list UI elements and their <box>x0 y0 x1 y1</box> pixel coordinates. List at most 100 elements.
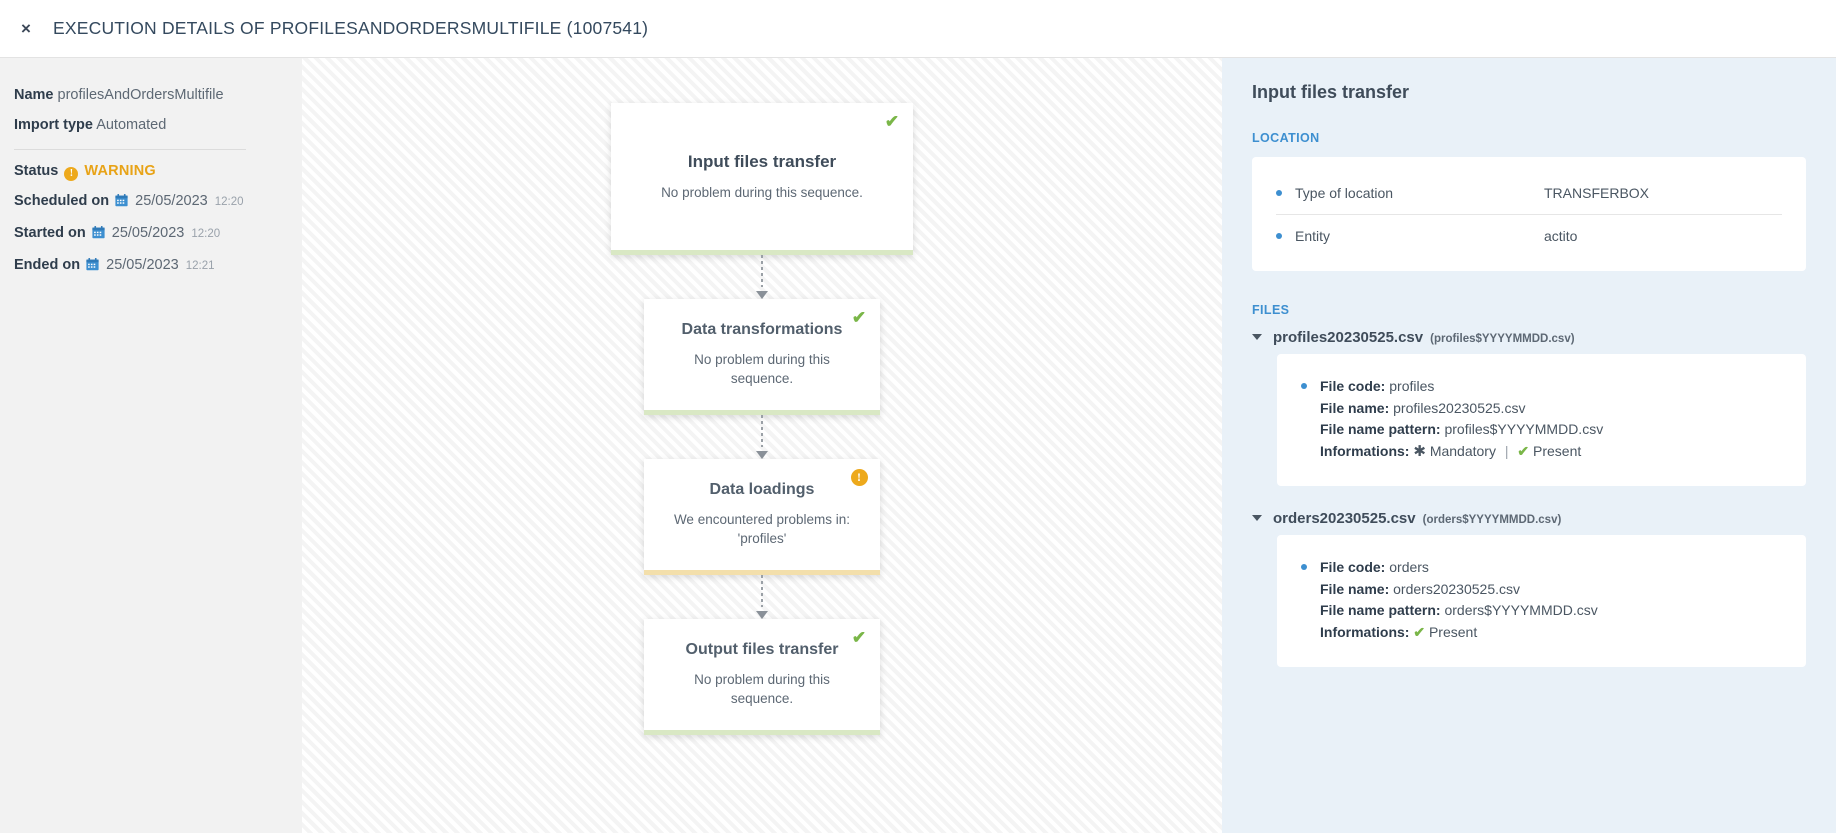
list-item: File code: profiles File name: profiles2… <box>1301 376 1782 462</box>
asterisk-icon: ✱ <box>1413 442 1426 460</box>
file-details: File code: orders File name: orders20230… <box>1320 557 1598 643</box>
summary-started-row: Started on 25/05/2023 12:20 <box>14 218 288 250</box>
chevron-down-icon[interactable] <box>1252 334 1262 340</box>
file-code-line: File code: profiles <box>1320 376 1603 398</box>
location-type-key: Type of location <box>1276 185 1544 201</box>
location-section-label: LOCATION <box>1252 131 1320 145</box>
arrow-down-icon <box>756 611 768 619</box>
flow-node-output-files-transfer[interactable]: ✔ Output files transfer No problem durin… <box>644 619 880 735</box>
flow-node-desc: No problem during this sequence. <box>661 184 863 200</box>
calendar-icon <box>86 252 99 282</box>
flow-node-data-transformations[interactable]: ✔ Data transformations No problem during… <box>644 299 880 415</box>
warning-circle-icon: ! <box>850 468 868 486</box>
file-pattern-label: (orders$YYYYMMDD.csv) <box>1422 514 1562 526</box>
connector-line <box>761 575 763 607</box>
summary-started-time: 12:20 <box>191 228 221 240</box>
file-name-line: File name: profiles20230525.csv <box>1320 398 1603 420</box>
page-title: EXECUTION DETAILS OF PROFILESANDORDERSMU… <box>53 18 649 38</box>
connector-line <box>761 415 763 447</box>
flow-node-title: Output files transfer <box>685 641 839 658</box>
file-code-line: File code: orders <box>1320 557 1598 579</box>
file-pattern-value: orders$YYYYMMDD.csv <box>1444 602 1598 618</box>
summary-scheduled-date: 25/05/2023 <box>135 193 208 209</box>
chevron-down-icon[interactable] <box>1252 515 1262 521</box>
file-informations-line: Informations: ✔ Present <box>1320 622 1598 644</box>
file-code-label: File code: <box>1320 378 1386 394</box>
file-header-orders[interactable]: orders20230525.csv (orders$YYYYMMDD.csv) <box>1252 510 1806 527</box>
informations-key: Informations: <box>1320 442 1410 459</box>
file-pattern-line: File name pattern: profiles$YYYYMMDD.csv <box>1320 419 1603 441</box>
check-icon: ✔ <box>851 627 867 647</box>
location-entity-key: Entity <box>1276 228 1544 244</box>
flow-node-title: Data loadings <box>709 481 815 498</box>
list-item: File code: orders File name: orders20230… <box>1301 557 1782 643</box>
flow-node-desc: No problem during this sequence. <box>694 352 830 386</box>
file-name-key: File name: <box>1320 580 1390 597</box>
summary-import-type-row: Import type Automated <box>14 110 288 140</box>
flow-node-title: Input files transfer <box>687 151 837 171</box>
file-name-value: profiles20230525.csv <box>1393 399 1526 416</box>
flow-node-input-files-transfer[interactable]: ✔ Input files transfer No problem during… <box>611 103 913 255</box>
arrow-down-icon <box>756 291 768 299</box>
summary-name-value: profilesAndOrdersMultifile <box>57 87 224 103</box>
warning-circle-icon: ! <box>64 167 79 181</box>
summary-name-row: Name profilesAndOrdersMultifile <box>14 80 288 110</box>
summary-ended-date: 25/05/2023 <box>106 257 179 273</box>
informations-key: Informations: <box>1320 623 1410 640</box>
flow-connector <box>756 575 768 619</box>
bullet-icon <box>1301 383 1307 389</box>
file-name-value: orders20230525.csv <box>1393 580 1521 597</box>
flow-node-data-loadings[interactable]: ! Data loadings We encountered problems … <box>644 459 880 575</box>
present-text: Present <box>1428 623 1478 640</box>
flow-canvas: ✔ Input files transfer No problem during… <box>302 58 1222 833</box>
flow-connector <box>756 255 768 299</box>
file-code-label: File code: <box>1320 559 1386 575</box>
location-card: Type of location TRANSFERBOX Entity acti… <box>1252 157 1806 271</box>
summary-ended-label: Ended on <box>14 257 81 273</box>
file-name-key: File name: <box>1320 399 1390 416</box>
detail-panel: Input files transfer LOCATION Type of lo… <box>1222 58 1836 833</box>
location-type-value: TRANSFERBOX <box>1544 184 1650 201</box>
check-icon: ✔ <box>851 307 867 327</box>
bullet-icon <box>1276 233 1282 239</box>
status-badge: WARNING <box>84 163 156 179</box>
file-pattern-value: profiles$YYYYMMDD.csv <box>1444 421 1604 437</box>
summary-scheduled-row: Scheduled on 25/05/2023 12:20 <box>14 186 288 218</box>
summary-ended-row: Ended on 25/05/2023 12:21 <box>14 250 288 282</box>
file-card-profiles: File code: profiles File name: profiles2… <box>1277 354 1806 486</box>
execution-summary-sidebar: Name profilesAndOrdersMultifile Import t… <box>0 58 302 833</box>
file-pattern-line: File name pattern: orders$YYYYMMDD.csv <box>1320 600 1598 622</box>
calendar-icon <box>115 188 128 218</box>
summary-name-label: Name <box>14 87 54 103</box>
flow-connector <box>756 415 768 459</box>
summary-status-row: Status ! WARNING <box>14 156 288 186</box>
check-icon: ✔ <box>1517 442 1530 459</box>
check-icon: ✔ <box>884 111 900 131</box>
file-card-orders: File code: orders File name: orders20230… <box>1277 535 1806 667</box>
file-details: File code: profiles File name: profiles2… <box>1320 376 1603 462</box>
main-layout: Name profilesAndOrdersMultifile Import t… <box>0 58 1836 833</box>
flow-node-desc: We encountered problems in: 'profiles' <box>673 512 851 546</box>
bullet-icon <box>1301 564 1307 570</box>
files-section-label: FILES <box>1252 303 1290 317</box>
summary-status-label: Status <box>14 163 59 179</box>
table-row: Entity actito <box>1276 214 1782 257</box>
file-pattern-label: (profiles$YYYYMMDD.csv) <box>1430 333 1575 345</box>
calendar-icon <box>92 220 105 250</box>
check-icon: ✔ <box>1413 623 1426 640</box>
file-informations-line: Informations: ✱ Mandatory | ✔ Present <box>1320 441 1603 463</box>
summary-ended-time: 12:21 <box>185 260 215 272</box>
flow-node-title: Data transformations <box>681 321 843 338</box>
separator: | <box>1504 442 1509 459</box>
file-header-profiles[interactable]: profiles20230525.csv (profiles$YYYYMMDD.… <box>1252 329 1806 346</box>
file-name-line: File name: orders20230525.csv <box>1320 579 1598 601</box>
detail-panel-title: Input files transfer <box>1252 82 1410 102</box>
file-pattern-key: File name pattern: <box>1320 421 1441 437</box>
file-code-value: profiles <box>1389 378 1435 394</box>
summary-import-type-label: Import type <box>14 117 93 133</box>
summary-scheduled-label: Scheduled on <box>14 193 110 209</box>
present-text: Present <box>1533 442 1582 459</box>
close-icon[interactable]: × <box>10 13 42 45</box>
flow-node-list: ✔ Input files transfer No problem during… <box>302 58 1222 735</box>
sidebar-divider <box>14 149 246 150</box>
